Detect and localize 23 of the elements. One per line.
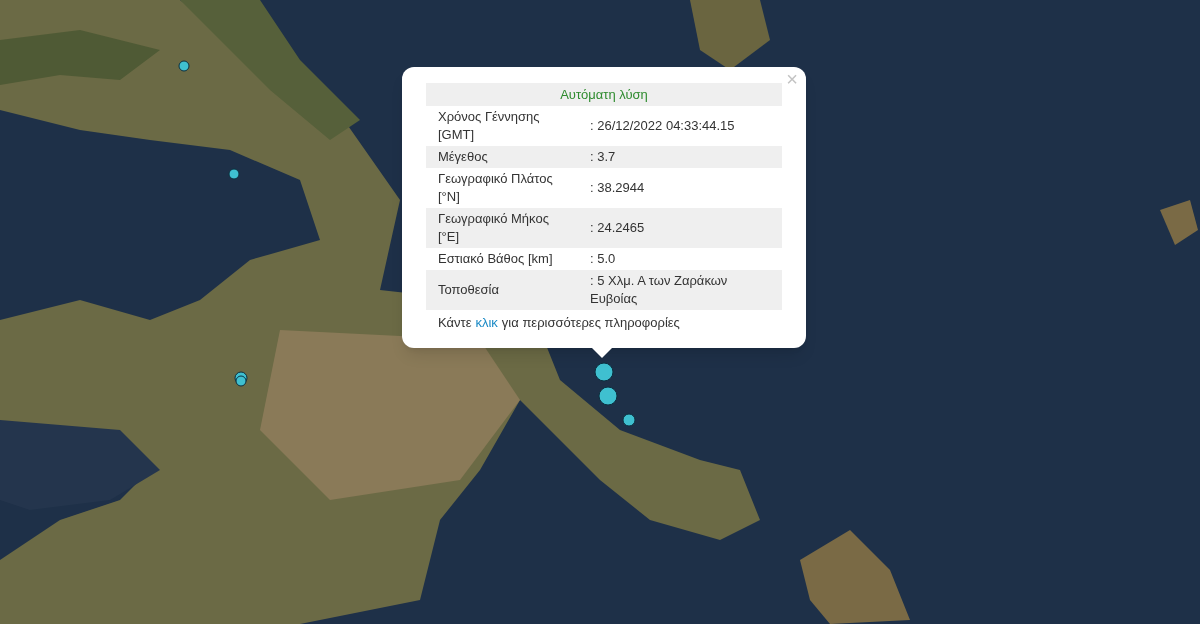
field-value: : 5 Χλμ. Α των Ζαράκων Ευβοίας bbox=[590, 272, 729, 308]
more-info-link[interactable]: κλικ bbox=[475, 314, 498, 332]
footer-text: Κάντε bbox=[438, 314, 472, 332]
field-label: Μέγεθος bbox=[437, 148, 489, 166]
field-label: Χρόνος Γέννησης [GMT] bbox=[437, 108, 541, 144]
field-label: Εστιακό Βάθος [km] bbox=[437, 250, 554, 268]
footer-text: για περισσότερες πληροφορίες bbox=[501, 314, 680, 332]
field-label: Γεωγραφικό Πλάτος [°N] bbox=[437, 170, 554, 206]
field-label: Τοποθεσία bbox=[437, 281, 501, 299]
earthquake-marker[interactable] bbox=[235, 375, 247, 387]
earthquake-marker[interactable] bbox=[178, 60, 190, 72]
field-value: : 3.7 bbox=[590, 148, 617, 166]
earthquake-marker[interactable] bbox=[598, 386, 618, 406]
earthquake-marker[interactable] bbox=[228, 168, 240, 180]
earthquake-marker[interactable] bbox=[622, 413, 636, 427]
field-value: : 24.2465 bbox=[590, 219, 646, 237]
field-value: : 38.2944 bbox=[590, 179, 646, 197]
popup-title: Αυτόματη λύση bbox=[426, 83, 782, 106]
field-value: : 26/12/2022 04:33:44.15 bbox=[590, 117, 736, 135]
field-value: : 5.0 bbox=[590, 250, 617, 268]
island bbox=[1160, 200, 1198, 245]
earthquake-marker[interactable] bbox=[594, 362, 614, 382]
field-label: Γεωγραφικό Μήκος [°E] bbox=[437, 210, 550, 246]
